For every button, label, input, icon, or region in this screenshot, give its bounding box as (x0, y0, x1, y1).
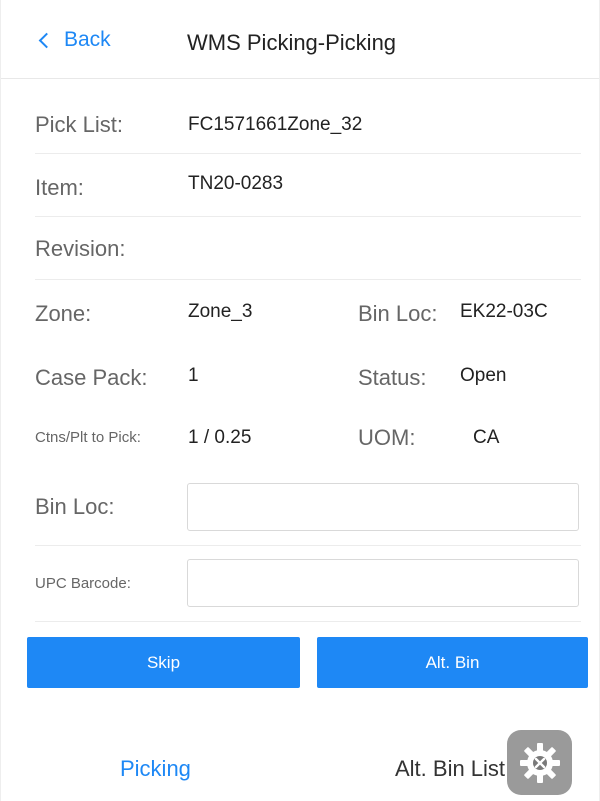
case-pack-value: 1 (188, 365, 199, 386)
alt-bin-button[interactable]: Alt. Bin (317, 637, 588, 688)
item-label: Item: (35, 175, 84, 200)
assistive-touch-button[interactable] (507, 730, 572, 795)
ctns-plt-row: Ctns/Plt to Pick: 1 / 0.25 UOM: CA (35, 407, 581, 469)
chevron-left-icon (38, 32, 55, 49)
uom-value: CA (473, 427, 500, 448)
ctns-plt-label: Ctns/Plt to Pick: (35, 429, 141, 446)
picking-screen: Back WMS Picking-Picking Pick List: FC15… (0, 0, 600, 801)
bin-loc-input-row: Bin Loc: (35, 469, 581, 546)
header-bar: Back WMS Picking-Picking (1, 0, 599, 79)
back-label: Back (64, 28, 111, 51)
bin-loc-info-label: Bin Loc: (358, 301, 438, 326)
zone-value: Zone_3 (188, 301, 253, 322)
case-pack-row: Case Pack: 1 Status: Open (35, 343, 581, 407)
status-label: Status: (358, 365, 427, 390)
gear-icon (519, 742, 560, 783)
tab-alt-bin-list[interactable]: Alt. Bin List (395, 756, 505, 782)
bin-loc-info-value: EK22-03C (460, 301, 548, 322)
item-row: Item: TN20-0283 (35, 153, 581, 217)
uom-label: UOM: (358, 425, 416, 450)
pick-list-value: FC1571661Zone_32 (188, 114, 363, 135)
back-button[interactable]: Back (38, 28, 111, 52)
ctns-plt-value: 1 / 0.25 (188, 427, 252, 448)
skip-button[interactable]: Skip (27, 637, 300, 688)
upc-barcode-input-row: UPC Barcode: (35, 545, 581, 622)
bin-loc-input[interactable] (187, 483, 579, 531)
page-title: WMS Picking-Picking (187, 30, 397, 55)
zone-row: Zone: Zone_3 Bin Loc: EK22-03C (35, 279, 581, 343)
case-pack-label: Case Pack: (35, 365, 148, 390)
upc-barcode-input[interactable] (187, 559, 579, 607)
pick-list-row: Pick List: FC1571661Zone_32 (35, 90, 581, 154)
pick-list-label: Pick List: (35, 112, 124, 137)
upc-barcode-label: UPC Barcode: (35, 575, 131, 592)
status-value: Open (460, 365, 507, 386)
revision-row: Revision: (35, 216, 581, 280)
revision-label: Revision: (35, 236, 126, 261)
tab-picking[interactable]: Picking (120, 756, 191, 782)
item-value: TN20-0283 (188, 173, 284, 194)
bin-loc-input-label: Bin Loc: (35, 494, 115, 519)
zone-label: Zone: (35, 301, 92, 326)
